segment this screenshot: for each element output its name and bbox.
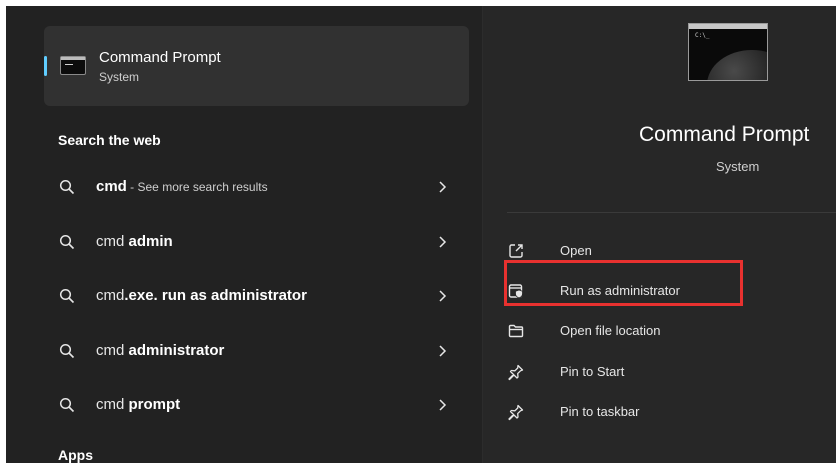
action-open-label: Open (560, 243, 592, 258)
action-pin-to-start[interactable]: Pin to Start (507, 356, 757, 388)
web-result-label: cmd administrator (96, 342, 225, 359)
web-result-label: cmd admin (96, 233, 173, 250)
search-icon (59, 234, 75, 250)
chevron-right-icon (439, 290, 447, 302)
highlight-box (504, 260, 743, 306)
section-search-the-web: Search the web (58, 132, 161, 148)
search-icon (59, 288, 75, 304)
details-title: Command Prompt (639, 123, 810, 146)
web-result-row[interactable]: cmd administrator (44, 331, 469, 371)
details-pane: C:\_ Command Prompt System Open Run as a… (483, 6, 836, 463)
action-pin-to-taskbar-label: Pin to taskbar (560, 404, 640, 419)
web-result-row[interactable]: cmd - See more search results (44, 167, 469, 207)
chevron-right-icon (439, 399, 447, 411)
section-apps: Apps (58, 447, 93, 463)
action-open-file-location-label: Open file location (560, 323, 661, 338)
web-result-row[interactable]: cmd admin (44, 222, 469, 262)
command-prompt-icon (60, 56, 86, 75)
best-match-subtitle: System (99, 70, 140, 84)
pin-icon (508, 364, 524, 381)
best-match-title: Command Prompt (99, 49, 221, 66)
web-result-label: cmd - See more search results (96, 178, 268, 195)
action-pin-to-taskbar[interactable]: Pin to taskbar (507, 396, 757, 428)
selection-indicator (44, 56, 47, 76)
web-result-label: cmd prompt (96, 396, 181, 413)
chevron-right-icon (439, 181, 447, 193)
search-icon (59, 397, 75, 413)
folder-icon (508, 324, 524, 338)
action-pin-to-start-label: Pin to Start (560, 364, 625, 379)
web-result-row[interactable]: cmd prompt (44, 385, 469, 425)
best-match-command-prompt[interactable]: Command Prompt System (44, 26, 469, 106)
action-open-file-location[interactable]: Open file location (507, 315, 757, 347)
web-result-row[interactable]: cmd.exe. run as administrator (44, 276, 469, 316)
details-subtitle: System (716, 159, 760, 174)
start-search-panel: Command Prompt System Search the web cmd… (6, 6, 836, 463)
open-external-icon (509, 244, 523, 258)
search-icon (59, 343, 75, 359)
search-icon (59, 179, 75, 195)
command-prompt-large-icon: C:\_ (688, 23, 768, 81)
details-separator (507, 212, 836, 213)
web-result-label: cmd.exe. run as administrator (96, 287, 307, 304)
pin-icon (508, 404, 524, 421)
chevron-right-icon (439, 236, 447, 248)
chevron-right-icon (439, 345, 447, 357)
